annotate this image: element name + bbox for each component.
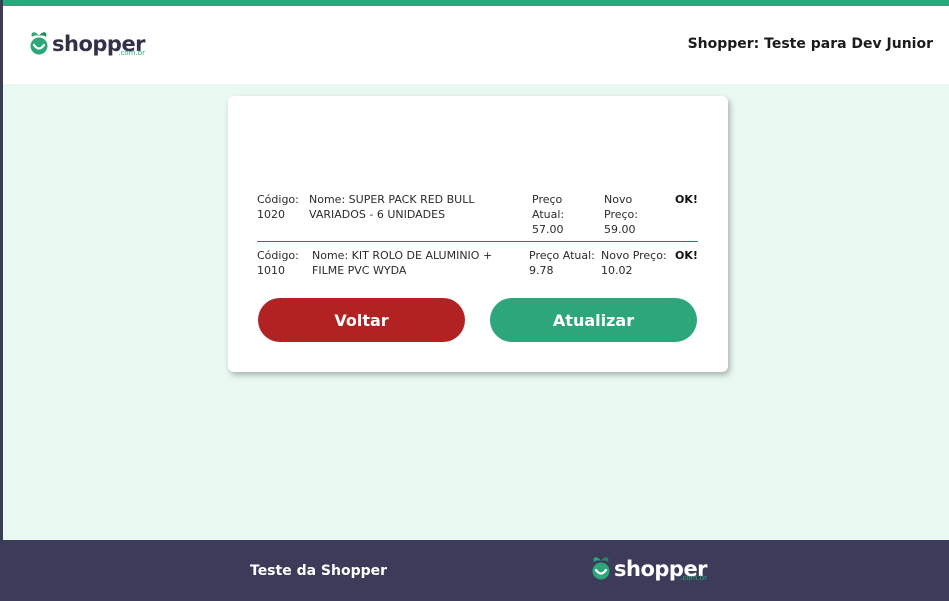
product-code-label: Código: (257, 249, 299, 262)
new-price-label: Novo Preço: (604, 193, 638, 221)
product-code-cell: Código: 1010 (257, 248, 309, 278)
footer: Teste da Shopper shopper .com.br (3, 540, 949, 601)
current-price-label: Preço Atual: (529, 249, 595, 262)
logo-wordmark: shopper .com.br (614, 558, 708, 582)
shopper-logo-icon (30, 32, 48, 55)
back-button[interactable]: Voltar (258, 298, 465, 342)
new-price: 10.02 (601, 264, 633, 277)
product-code-label: Código: (257, 193, 299, 206)
product-code: 1020 (257, 208, 285, 221)
new-price-label: Novo Preço: (601, 249, 667, 262)
update-button[interactable]: Atualizar (490, 298, 697, 342)
price-update-card: Código: 1020 Nome: SUPER PACK RED BULL V… (228, 96, 728, 372)
page-title: Shopper: Teste para Dev Junior (687, 36, 933, 52)
row-divider (257, 241, 698, 242)
footer-text: Teste da Shopper (250, 563, 388, 579)
current-price-cell: Preço Atual: 9.78 (529, 248, 595, 278)
product-name-label: Nome: (309, 193, 346, 206)
footer-logo[interactable]: shopper .com.br (589, 554, 708, 582)
logo-domain: .com.br (680, 574, 708, 582)
current-price: 57.00 (532, 223, 564, 236)
logo-wordmark: shopper .com.br (52, 33, 146, 57)
header: shopper .com.br Shopper: Teste para Dev … (3, 6, 949, 84)
logo-domain: .com.br (118, 49, 146, 57)
product-code: 1010 (257, 264, 285, 277)
product-code-cell: Código: 1020 (257, 192, 307, 222)
header-logo[interactable]: shopper .com.br (27, 29, 146, 57)
current-price: 9.78 (529, 264, 554, 277)
new-price-cell: Novo Preço: 59.00 (604, 192, 650, 237)
shopper-logo-icon (592, 557, 610, 580)
new-price-cell: Novo Preço: 10.02 (601, 248, 677, 278)
product-name-cell: Nome: KIT ROLO DE ALUMINIO + FILME PVC W… (312, 248, 522, 278)
product-name-cell: Nome: SUPER PACK RED BULL VARIADOS - 6 U… (309, 192, 523, 222)
validation-status: OK! (675, 249, 698, 262)
product-name-label: Nome: (312, 249, 349, 262)
current-price-label: Preço Atual: (532, 193, 565, 221)
current-price-cell: Preço Atual: 57.00 (532, 192, 582, 237)
new-price: 59.00 (604, 223, 636, 236)
validation-status: OK! (675, 193, 698, 206)
